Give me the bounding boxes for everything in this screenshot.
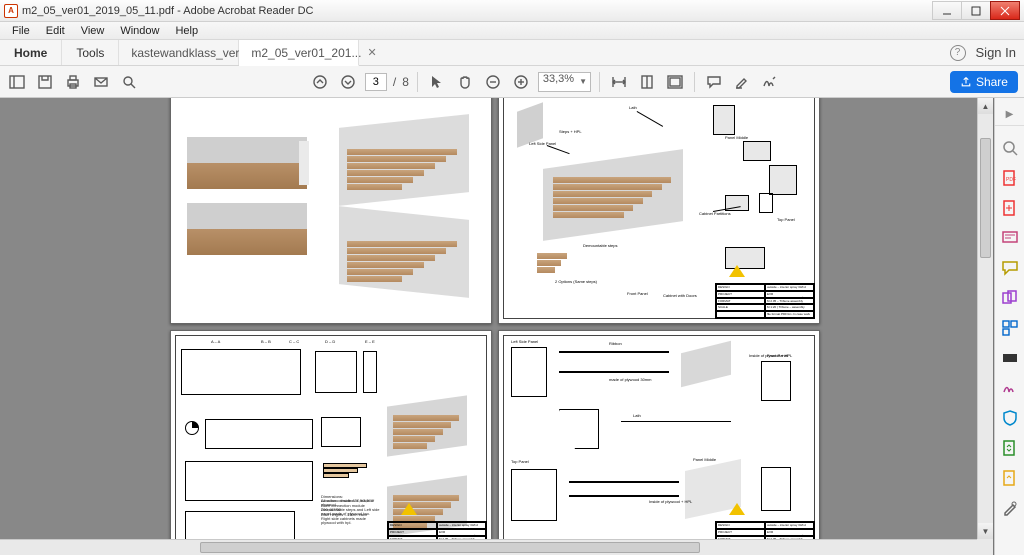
help-icon[interactable]: ? <box>950 45 966 61</box>
app-tab-bar: Home Tools kastewandklass_ver... m2_05_v… <box>0 40 1024 66</box>
export-pdf-icon[interactable]: PDF <box>1000 168 1020 188</box>
page-down-button[interactable] <box>337 71 359 93</box>
search-icon[interactable] <box>1000 138 1020 158</box>
zoom-in-button[interactable] <box>510 71 532 93</box>
fit-width-button[interactable] <box>608 71 630 93</box>
scroll-up-arrow[interactable]: ▲ <box>978 98 993 114</box>
page-total: 8 <box>402 75 409 89</box>
doc-tab-2-label: m2_05_ver01_201... <box>251 46 361 60</box>
page-grid: Lath Left Side Panel Steps + HPL Panel M… <box>170 98 820 555</box>
compress-icon[interactable] <box>1000 438 1020 458</box>
menu-file[interactable]: File <box>4 25 38 37</box>
window-close-button[interactable] <box>990 1 1020 20</box>
window-title: m2_05_ver01_2019_05_11.pdf - Adobe Acrob… <box>22 5 314 17</box>
work-area: Lath Left Side Panel Steps + HPL Panel M… <box>0 98 1024 555</box>
page-separator: / <box>393 75 396 89</box>
comment-icon[interactable] <box>1000 258 1020 278</box>
view-mode-button[interactable] <box>664 71 686 93</box>
pdf-page-3: A – A B – B C – C D – D E – E All subcon… <box>170 330 492 555</box>
email-button[interactable] <box>90 71 112 93</box>
scroll-down-arrow[interactable]: ▼ <box>978 523 993 539</box>
sidebar-toggle-button[interactable] <box>6 71 28 93</box>
menu-window[interactable]: Window <box>112 25 167 37</box>
menu-edit[interactable]: Edit <box>38 25 73 37</box>
share-button[interactable]: Share <box>950 71 1018 93</box>
rail-collapse-button[interactable]: ▶ <box>995 104 1024 126</box>
doc-tab-1[interactable]: kastewandklass_ver... <box>119 40 239 65</box>
window-minimize-button[interactable] <box>932 1 962 20</box>
document-canvas[interactable]: Lath Left Side Panel Steps + HPL Panel M… <box>0 98 994 555</box>
sign-in-link[interactable]: Sign In <box>976 45 1016 60</box>
tab-tools[interactable]: Tools <box>62 40 119 65</box>
search-button[interactable] <box>118 71 140 93</box>
tools-rail: ▶ PDF <box>994 98 1024 555</box>
pdf-page-1 <box>170 98 492 324</box>
edit-pdf-icon[interactable] <box>1000 228 1020 248</box>
pointer-tool-button[interactable] <box>426 71 448 93</box>
toolbar-divider <box>694 72 695 92</box>
create-pdf-icon[interactable] <box>1000 198 1020 218</box>
print-button[interactable] <box>62 71 84 93</box>
scroll-corner <box>977 539 993 555</box>
toolbar: / 8 33,3% ▼ Share <box>0 66 1024 98</box>
organize-icon[interactable] <box>1000 318 1020 338</box>
protect-icon[interactable] <box>1000 408 1020 428</box>
share-label: Share <box>976 75 1008 89</box>
share-icon <box>960 76 972 88</box>
highlight-button[interactable] <box>731 71 753 93</box>
menu-view[interactable]: View <box>73 25 113 37</box>
toolbar-divider <box>599 72 600 92</box>
doc-tab-1-label: kastewandklass_ver... <box>131 46 248 60</box>
pdf-page-4: Left Side Panel Ribbon Inside of plywood… <box>498 330 820 555</box>
menu-help[interactable]: Help <box>167 25 206 37</box>
svg-text:PDF: PDF <box>1006 177 1016 183</box>
sign-icon[interactable] <box>1000 378 1020 398</box>
vertical-scroll-thumb[interactable] <box>980 138 991 258</box>
vertical-scrollbar[interactable]: ▲ ▼ <box>977 98 993 539</box>
title-block: DESIGNoutside – interior spray 33A'd PRO… <box>715 283 815 319</box>
more-tools-icon[interactable] <box>1000 498 1020 518</box>
fit-page-button[interactable] <box>636 71 658 93</box>
pdf-icon: A <box>4 4 18 18</box>
toolbar-divider <box>417 72 418 92</box>
window-maximize-button[interactable] <box>961 1 991 20</box>
horizontal-scrollbar[interactable] <box>0 539 977 555</box>
save-button[interactable] <box>34 71 56 93</box>
sign-button[interactable] <box>759 71 781 93</box>
menubar: File Edit View Window Help <box>0 22 1024 40</box>
send-icon[interactable] <box>1000 468 1020 488</box>
chevron-down-icon: ▼ <box>579 77 587 86</box>
horizontal-scroll-thumb[interactable] <box>200 542 700 553</box>
redact-icon[interactable] <box>1000 348 1020 368</box>
tab-home[interactable]: Home <box>0 40 62 65</box>
page-up-button[interactable] <box>309 71 331 93</box>
page-number-input[interactable] <box>365 73 387 91</box>
comment-button[interactable] <box>703 71 725 93</box>
doc-tab-2[interactable]: m2_05_ver01_201... ✕ <box>239 40 359 66</box>
hand-tool-button[interactable] <box>454 71 476 93</box>
zoom-out-button[interactable] <box>482 71 504 93</box>
combine-icon[interactable] <box>1000 288 1020 308</box>
pdf-page-2: Lath Left Side Panel Steps + HPL Panel M… <box>498 98 820 324</box>
close-icon[interactable]: ✕ <box>367 46 376 59</box>
window-titlebar: A m2_05_ver01_2019_05_11.pdf - Adobe Acr… <box>0 0 1024 22</box>
